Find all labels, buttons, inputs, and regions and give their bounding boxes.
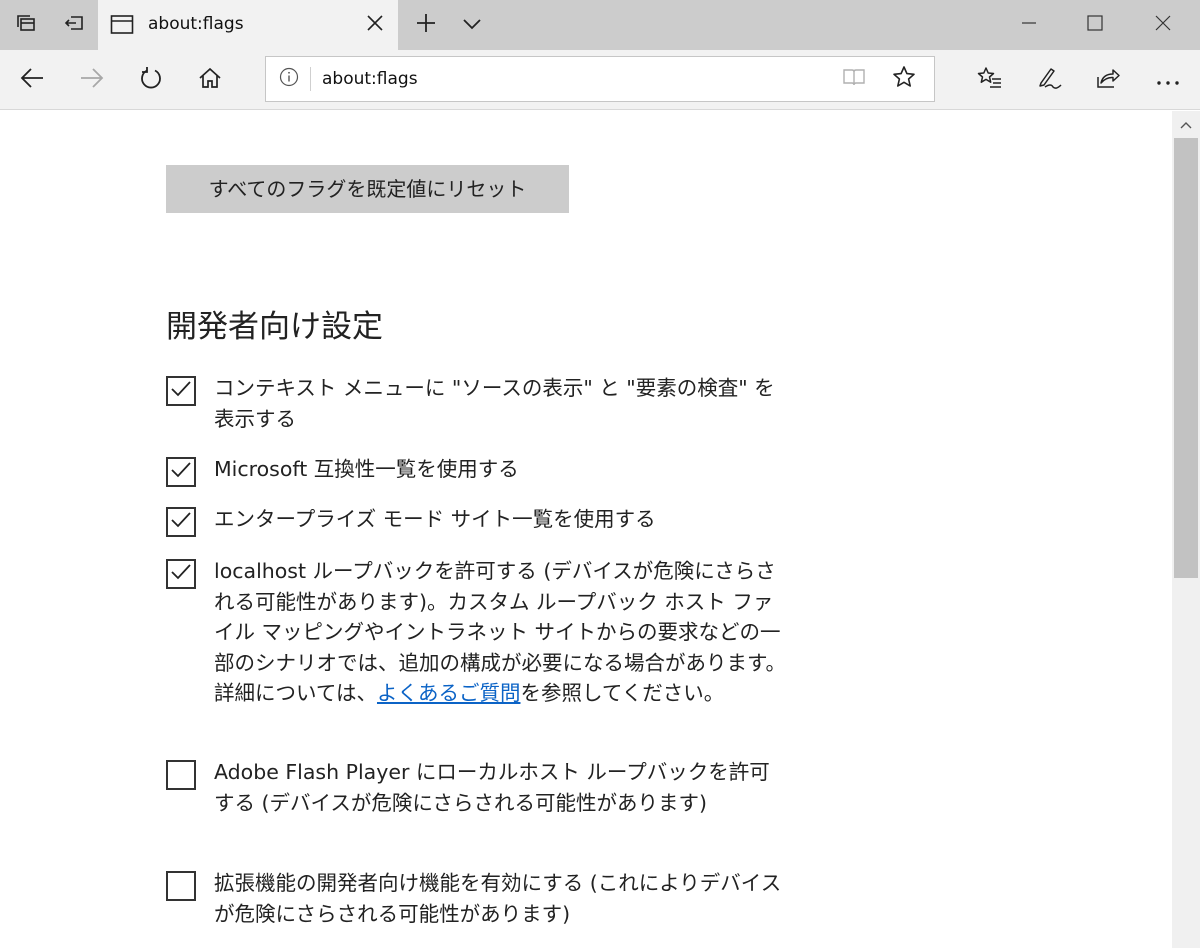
favorites-hub-button[interactable] bbox=[964, 50, 1016, 110]
section-title: 開発者向け設定 bbox=[166, 309, 383, 345]
star-icon bbox=[892, 65, 916, 93]
flag-label: エンタープライズ モード サイト一覧を使用する bbox=[214, 507, 656, 531]
flag-checkbox[interactable] bbox=[166, 871, 196, 901]
vertical-scrollbar[interactable] bbox=[1172, 111, 1200, 948]
flag-label: Microsoft 互換性一覧を使用する bbox=[214, 457, 519, 481]
book-icon bbox=[842, 67, 866, 91]
set-aside-tabs-button[interactable] bbox=[50, 0, 98, 50]
flag-checkbox[interactable] bbox=[166, 760, 196, 790]
checkmark-icon bbox=[170, 461, 192, 483]
refresh-button[interactable] bbox=[125, 50, 177, 110]
scroll-up-button[interactable] bbox=[1172, 111, 1200, 137]
tab-title: about:flags bbox=[148, 14, 244, 34]
refresh-icon bbox=[139, 66, 163, 94]
home-button[interactable] bbox=[184, 50, 236, 110]
url-input[interactable] bbox=[322, 57, 822, 101]
new-tab-button[interactable] bbox=[402, 0, 450, 50]
minimize-button[interactable] bbox=[996, 0, 1062, 50]
checkmark-icon bbox=[170, 380, 192, 402]
flag-checkbox[interactable] bbox=[166, 559, 196, 589]
flag-label: 拡張機能の開発者向け機能を有効にする (これによりデバイスが危険にさらされる可能… bbox=[214, 871, 782, 926]
checkmark-icon bbox=[170, 511, 192, 533]
flag-label: localhost ループバックを許可する (デバイスが危険にさらされる可能性が… bbox=[214, 556, 786, 709]
tab-preview-button[interactable] bbox=[2, 0, 50, 50]
close-icon bbox=[366, 14, 384, 36]
page-content: すべてのフラグを既定値にリセット 開発者向け設定 コンテキスト メニューに "ソ… bbox=[0, 111, 1172, 948]
back-arrow-icon bbox=[19, 67, 45, 93]
flag-label-text-after: を参照してください。 bbox=[520, 681, 725, 705]
web-note-button[interactable] bbox=[1024, 50, 1076, 110]
chevron-down-icon bbox=[462, 16, 482, 35]
address-bar[interactable] bbox=[265, 56, 935, 102]
more-icon bbox=[1156, 71, 1180, 90]
share-icon bbox=[1095, 67, 1121, 93]
window-close-button[interactable] bbox=[1130, 0, 1196, 50]
site-info-button[interactable] bbox=[274, 57, 304, 101]
forward-arrow-icon bbox=[79, 67, 105, 93]
favorites-list-icon bbox=[977, 66, 1003, 94]
more-button[interactable] bbox=[1142, 50, 1194, 110]
tabs-aside-icon bbox=[15, 13, 37, 37]
pen-icon bbox=[1037, 66, 1063, 94]
flag-checkbox[interactable] bbox=[166, 376, 196, 406]
scroll-thumb[interactable] bbox=[1174, 138, 1198, 578]
add-favorite-button[interactable] bbox=[884, 57, 924, 101]
flag-checkbox[interactable] bbox=[166, 457, 196, 487]
forward-button[interactable] bbox=[66, 50, 118, 110]
minimize-icon bbox=[1021, 15, 1037, 35]
home-icon bbox=[198, 67, 222, 93]
tab-list-button[interactable] bbox=[448, 0, 496, 50]
checkmark-icon bbox=[170, 563, 192, 585]
faq-link[interactable]: よくあるご質問 bbox=[377, 681, 521, 705]
navigation-bar bbox=[0, 50, 1200, 110]
flag-label: コンテキスト メニューに "ソースの表示" と "要素の検査" を表示する bbox=[214, 376, 775, 431]
reset-all-flags-button[interactable]: すべてのフラグを既定値にリセット bbox=[166, 165, 569, 213]
reading-view-button[interactable] bbox=[834, 57, 874, 101]
info-icon bbox=[279, 67, 299, 91]
chevron-up-icon bbox=[1179, 115, 1193, 134]
set-aside-icon bbox=[63, 13, 85, 37]
flag-label: Adobe Flash Player にローカルホスト ループバックを許可する … bbox=[214, 760, 770, 815]
address-divider bbox=[310, 67, 311, 91]
tab-close-button[interactable] bbox=[360, 10, 390, 40]
plus-icon bbox=[415, 12, 437, 38]
maximize-icon bbox=[1087, 15, 1103, 35]
share-button[interactable] bbox=[1082, 50, 1134, 110]
title-bar: about:flags bbox=[0, 0, 1200, 50]
close-icon bbox=[1155, 15, 1171, 35]
tab-about-flags[interactable]: about:flags bbox=[98, 0, 398, 50]
flag-checkbox[interactable] bbox=[166, 507, 196, 537]
back-button[interactable] bbox=[6, 50, 58, 110]
page-icon bbox=[110, 14, 134, 40]
maximize-button[interactable] bbox=[1062, 0, 1128, 50]
